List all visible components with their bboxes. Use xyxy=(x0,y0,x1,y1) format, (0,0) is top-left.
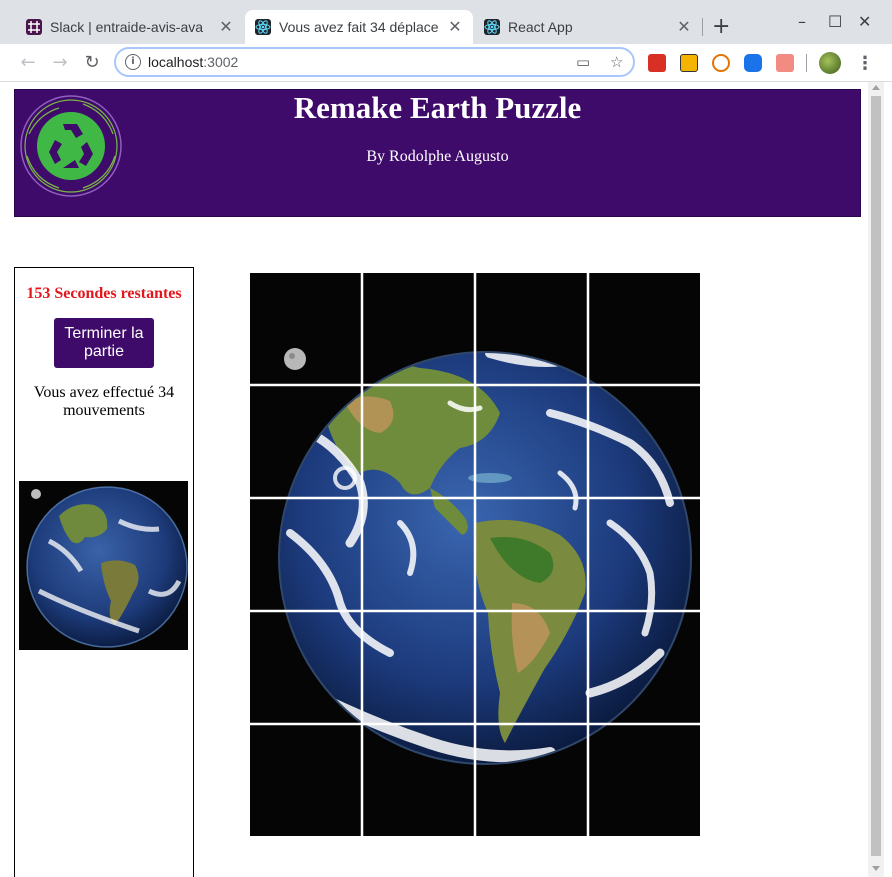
page-scrollbar[interactable] xyxy=(868,82,884,877)
tab-close-icon[interactable]: ✕ xyxy=(218,17,234,37)
address-bar[interactable]: i localhost:3002 ▭ ☆ xyxy=(114,47,635,77)
earth-from-space xyxy=(250,273,700,836)
tab-close-icon[interactable]: ✕ xyxy=(676,17,692,37)
forward-arrow-icon[interactable]: → xyxy=(47,50,73,76)
url-port: :3002 xyxy=(203,54,239,70)
new-tab-button[interactable]: + xyxy=(712,14,730,39)
reload-icon[interactable]: ↻ xyxy=(79,50,105,76)
react-favicon-icon xyxy=(255,19,271,35)
ext-yellow-icon[interactable] xyxy=(680,54,698,72)
page-title: Remake Earth Puzzle xyxy=(293,90,582,125)
address-url[interactable]: localhost:3002 xyxy=(148,54,238,70)
tab-react-app[interactable]: React App ✕ xyxy=(474,10,702,44)
close-window-icon[interactable]: ✕ xyxy=(858,12,871,31)
tab-puzzle[interactable]: Vous avez fait 34 déplace ✕ xyxy=(245,10,473,44)
browser-tab-bar: Slack | entraide-avis-ava ✕ Vous avez fa… xyxy=(0,0,892,44)
react-favicon-icon xyxy=(484,19,500,35)
profile-avatar[interactable] xyxy=(819,52,841,74)
tab-separator xyxy=(702,18,703,36)
moves-counter: Vous avez effectué 34 mouvements xyxy=(33,384,175,419)
url-host: localhost xyxy=(148,54,204,70)
minimize-icon[interactable]: – xyxy=(798,12,806,31)
ext-blue-icon[interactable] xyxy=(744,54,762,72)
toolbar-separator xyxy=(806,54,807,72)
browser-toolbar: ← → ↻ i localhost:3002 ▭ ☆ ⋮ xyxy=(0,44,892,82)
site-info-icon[interactable]: i xyxy=(125,54,141,70)
tab-slack-title: Slack | entraide-avis-ava xyxy=(50,19,204,35)
scroll-up-icon[interactable] xyxy=(872,85,880,90)
game-sidebar: 153 Secondes restantes Terminer la parti… xyxy=(14,267,194,877)
slack-favicon-icon xyxy=(26,19,42,35)
browser-menu-icon[interactable]: ⋮ xyxy=(856,53,874,74)
page-viewport: Remake Earth Puzzle By Rodolphe Augusto … xyxy=(0,82,892,877)
back-arrow-icon[interactable]: ← xyxy=(15,50,41,76)
bookmark-star-icon[interactable]: ☆ xyxy=(610,53,623,71)
cast-icon[interactable]: ▭ xyxy=(576,53,590,71)
author-byline: By Rodolphe Augusto xyxy=(366,148,509,165)
ext-doc-icon[interactable] xyxy=(776,54,794,72)
earth-preview-image xyxy=(19,481,188,650)
tab-react-title: React App xyxy=(508,19,573,35)
ext-play-icon[interactable] xyxy=(712,54,730,72)
countdown-timer: 153 Secondes restantes xyxy=(26,285,182,302)
ext-red-icon[interactable] xyxy=(648,54,666,72)
tab-puzzle-title: Vous avez fait 34 déplace xyxy=(279,19,439,35)
page-header: Remake Earth Puzzle By Rodolphe Augusto xyxy=(14,89,861,217)
scroll-down-icon[interactable] xyxy=(872,866,880,871)
maximize-icon[interactable]: ☐ xyxy=(828,12,842,31)
tab-slack[interactable]: Slack | entraide-avis-ava ✕ xyxy=(16,10,244,44)
puzzle-board[interactable] xyxy=(250,273,700,836)
end-game-button[interactable]: Terminer la partie xyxy=(54,318,154,368)
tab-close-icon[interactable]: ✕ xyxy=(447,17,463,37)
scrollbar-thumb[interactable] xyxy=(871,96,881,856)
